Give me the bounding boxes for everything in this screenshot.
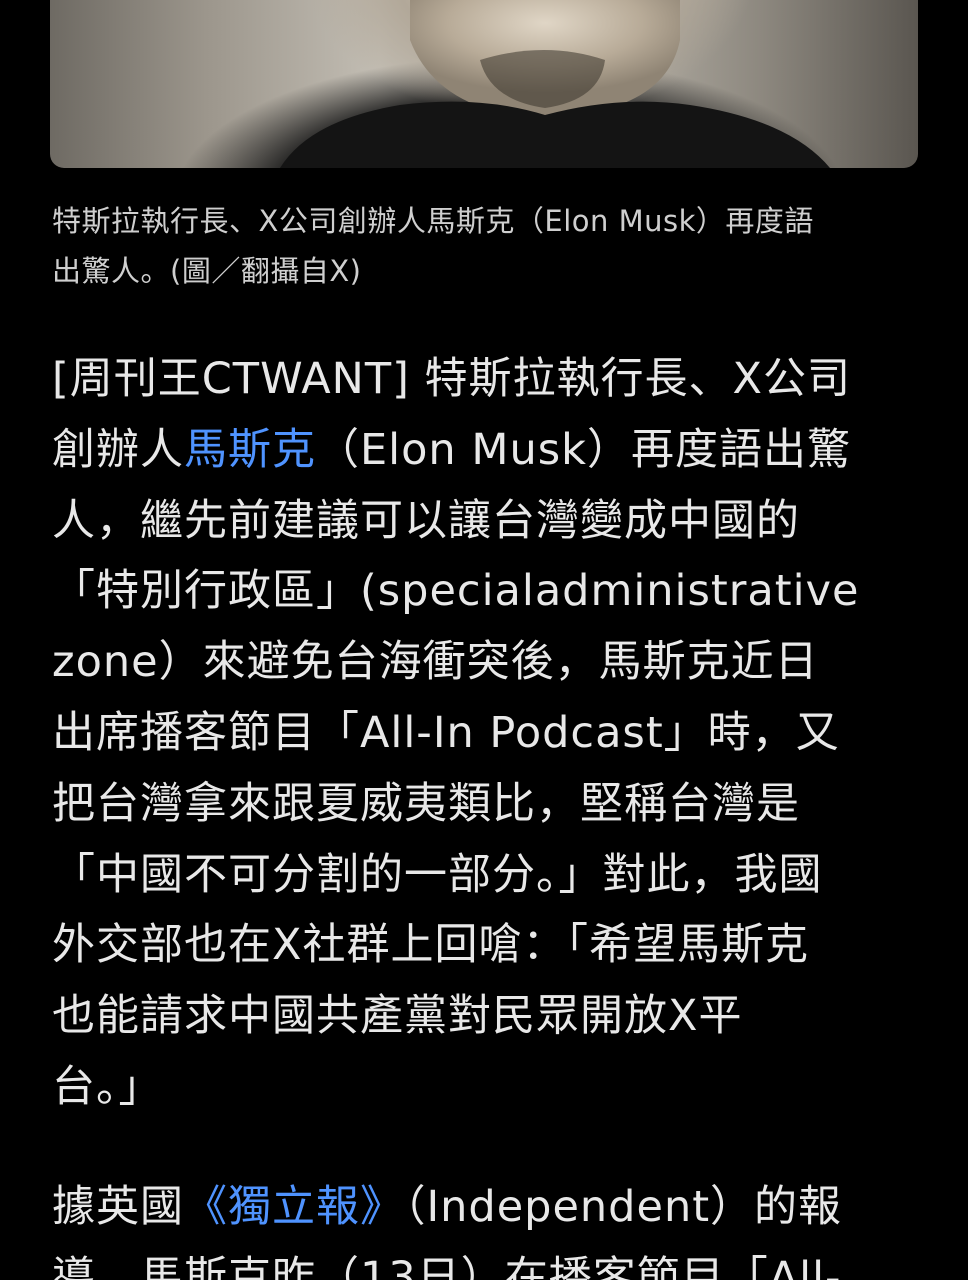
musk-link[interactable]: 馬斯克 bbox=[184, 425, 316, 475]
paragraph-line: 「中國不可分割的一部分。」對此，我國 bbox=[52, 849, 823, 900]
paragraph-line: 據英國《獨立報》（Independent）的報 bbox=[52, 1172, 932, 1243]
paragraph-line: 人，繼先前建議可以讓台灣變成中國的 bbox=[52, 495, 800, 546]
paragraph-text: 創辦人 bbox=[52, 424, 184, 475]
paragraph-line: 把台灣拿來跟夏威夷類比，堅稱台灣是 bbox=[52, 778, 800, 829]
paragraph-text: 據英國 bbox=[52, 1182, 184, 1232]
image-caption-line: 特斯拉執行長、X公司創辦人馬斯克（Elon Musk）再度語 bbox=[52, 204, 814, 238]
article-paragraph-2: 據英國《獨立報》（Independent）的報 導，馬斯克昨（13日）在播客節目… bbox=[52, 1172, 932, 1280]
article-paragraph-1: [周刊王CTWANT] 特斯拉執行長、X公司 創辦人馬斯克（Elon Musk）… bbox=[52, 344, 932, 1123]
paragraph-line: 也能請求中國共產黨對民眾開放X平 bbox=[52, 991, 743, 1042]
paragraph-line: 創辦人馬斯克（Elon Musk）再度語出驚 bbox=[52, 415, 932, 486]
paragraph-text: （Elon Musk）再度語出驚 bbox=[316, 424, 852, 475]
paragraph-line: 「特別行政區」(specialadministrative bbox=[52, 566, 860, 617]
image-caption-line: 出驚人。(圖／翻攝自X) bbox=[52, 254, 362, 288]
paragraph-line: 台。」 bbox=[52, 1061, 163, 1112]
paragraph-line: [周刊王CTWANT] 特斯拉執行長、X公司 bbox=[52, 354, 851, 404]
independent-link[interactable]: 《獨立報》 bbox=[184, 1182, 404, 1232]
person-photo-illustration bbox=[280, 0, 830, 168]
paragraph-line: zone）來避免台海衝突後，馬斯克近日 bbox=[52, 637, 819, 688]
paragraph-text: （Independent）的報 bbox=[404, 1182, 843, 1232]
image-caption: 特斯拉執行長、X公司創辦人馬斯克（Elon Musk）再度語 出驚人。(圖／翻攝… bbox=[52, 196, 920, 296]
paragraph-line: 導，馬斯克昨（13日）在播客節目「All- bbox=[52, 1252, 842, 1280]
article-photo bbox=[50, 0, 918, 168]
paragraph-line: 出席播客節目「All-In Podcast」時，又 bbox=[52, 707, 840, 758]
paragraph-line: 外交部也在X社群上回嗆：「希望馬斯克 bbox=[52, 920, 809, 971]
